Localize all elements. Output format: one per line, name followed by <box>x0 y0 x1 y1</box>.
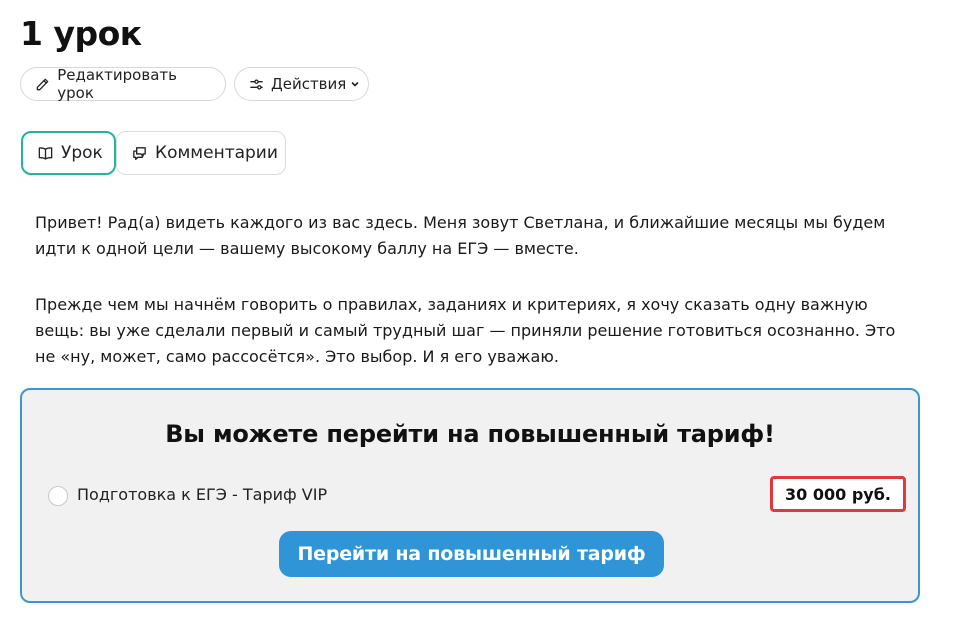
tab-comments[interactable]: Комментарии <box>116 131 286 175</box>
plan-radio-button[interactable] <box>48 486 68 506</box>
actions-dropdown-button[interactable]: Действия <box>234 67 369 101</box>
content-paragraph: Привет! Рад(а) видеть каждого из вас зде… <box>35 213 886 258</box>
tab-lesson-label: Урок <box>61 143 103 163</box>
upgrade-plan-button[interactable]: Перейти на повышенный тариф <box>279 531 664 577</box>
tab-comments-label: Комментарии <box>155 143 278 163</box>
chat-bubbles-icon <box>131 145 148 162</box>
plan-price: 30 000 руб. <box>770 476 906 512</box>
page-title: 1 урок <box>20 14 142 53</box>
edit-lesson-button[interactable]: Редактировать урок <box>20 66 226 102</box>
edit-lesson-label: Редактировать урок <box>57 66 177 102</box>
tab-lesson[interactable]: Урок <box>21 131 116 175</box>
pencil-icon <box>35 76 50 92</box>
chevron-down-icon <box>350 79 360 89</box>
actions-label: Действия <box>271 75 347 93</box>
upgrade-plan-card: Вы можете перейти на повышенный тариф! П… <box>20 388 920 603</box>
content-paragraph: Прежде чем мы начнём говорить о правилах… <box>35 295 896 366</box>
open-book-icon <box>37 145 54 162</box>
plan-name-label: Подготовка к ЕГЭ - Тариф VIP <box>77 485 328 504</box>
sliders-icon <box>249 76 264 92</box>
upgrade-card-title: Вы можете перейти на повышенный тариф! <box>165 420 775 448</box>
